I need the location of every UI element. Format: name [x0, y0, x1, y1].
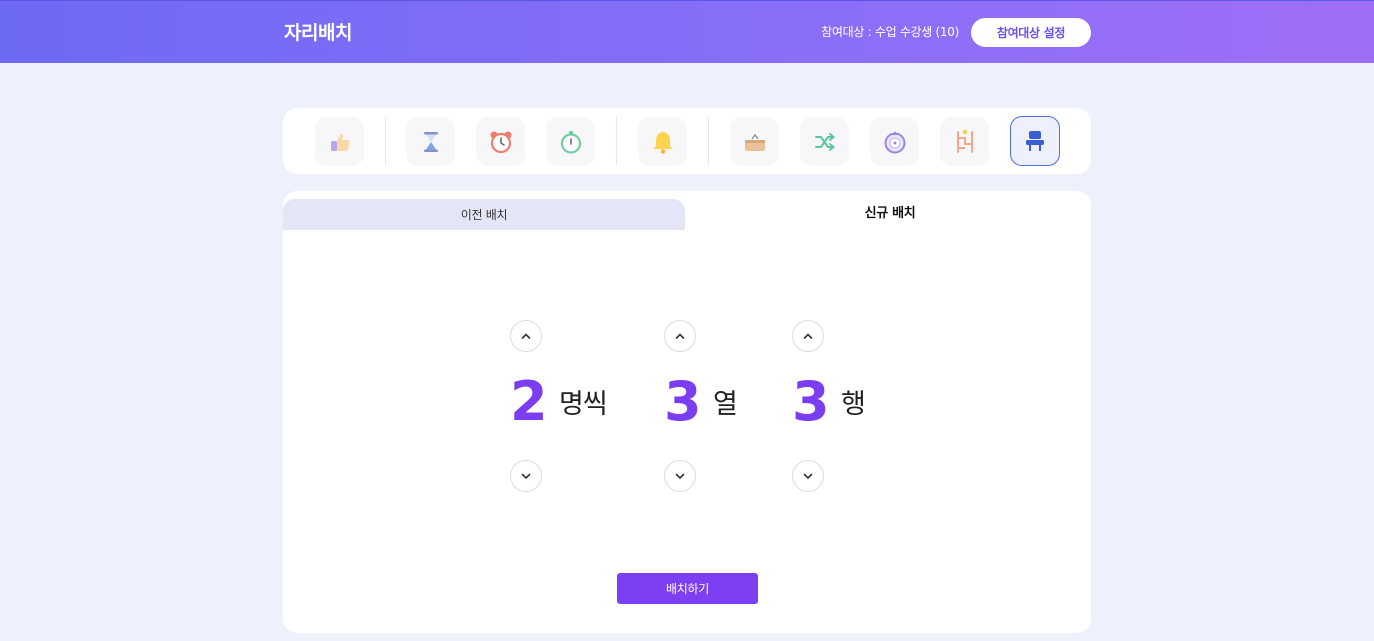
columns-increase-button[interactable] — [664, 320, 696, 352]
tool-thumbs-up[interactable] — [315, 117, 364, 166]
ladder-icon — [956, 129, 973, 153]
tool-stopwatch[interactable] — [546, 117, 595, 166]
rows-increase-button[interactable] — [792, 320, 824, 352]
tool-hourglass[interactable] — [406, 117, 455, 166]
tool-ladder[interactable] — [940, 117, 989, 166]
per-seat-increase-button[interactable] — [510, 320, 542, 352]
tool-roulette[interactable] — [870, 117, 919, 166]
tool-shuffle[interactable] — [800, 117, 849, 166]
chevron-down-icon — [521, 473, 531, 480]
shuffle-icon — [814, 132, 835, 151]
per-seat-decrease-button[interactable] — [510, 460, 542, 492]
toolbar-divider — [616, 117, 617, 165]
page-title: 자리배치 — [284, 22, 352, 44]
stopwatch-icon — [560, 130, 581, 154]
participants-label: 참여대상 : 수업 수강생 (10) — [821, 25, 959, 39]
roulette-icon — [884, 130, 905, 153]
tool-seat[interactable] — [1010, 116, 1060, 166]
thumbs-up-icon — [330, 133, 350, 151]
arrange-button[interactable]: 배치하기 — [617, 573, 758, 604]
rows-decrease-button[interactable] — [792, 460, 824, 492]
bell-icon — [652, 131, 673, 154]
toolbar-divider — [708, 117, 709, 165]
columns-unit: 열 — [713, 389, 738, 420]
chevron-down-icon — [803, 473, 813, 480]
per-seat-unit: 명씩 — [559, 389, 608, 420]
app-header: 자리배치 참여대상 : 수업 수강생 (10) 참여대상 설정 — [0, 0, 1374, 63]
tool-alarm[interactable] — [476, 117, 525, 166]
rows-unit: 행 — [841, 389, 866, 420]
tool-draw-box[interactable] — [730, 117, 779, 166]
columns-decrease-button[interactable] — [664, 460, 696, 492]
draw-box-icon — [744, 133, 765, 151]
participant-settings-button[interactable]: 참여대상 설정 — [971, 18, 1091, 47]
rows-value: 3 — [792, 370, 830, 433]
toolbar-divider — [385, 117, 386, 165]
seat-icon — [1026, 131, 1044, 151]
tab-new-arrangement[interactable]: 신규 배치 — [689, 197, 1091, 225]
chevron-up-icon — [521, 333, 531, 339]
tab-previous-arrangement[interactable]: 이전 배치 — [283, 199, 685, 230]
alarm-clock-icon — [490, 131, 511, 153]
tool-bell[interactable] — [638, 117, 687, 166]
chevron-up-icon — [675, 333, 685, 339]
tool-bar — [283, 108, 1091, 174]
hourglass-icon — [423, 131, 438, 152]
chevron-up-icon — [803, 333, 813, 339]
columns-value: 3 — [664, 370, 702, 433]
chevron-down-icon — [675, 473, 685, 480]
per-seat-value: 2 — [510, 370, 548, 433]
